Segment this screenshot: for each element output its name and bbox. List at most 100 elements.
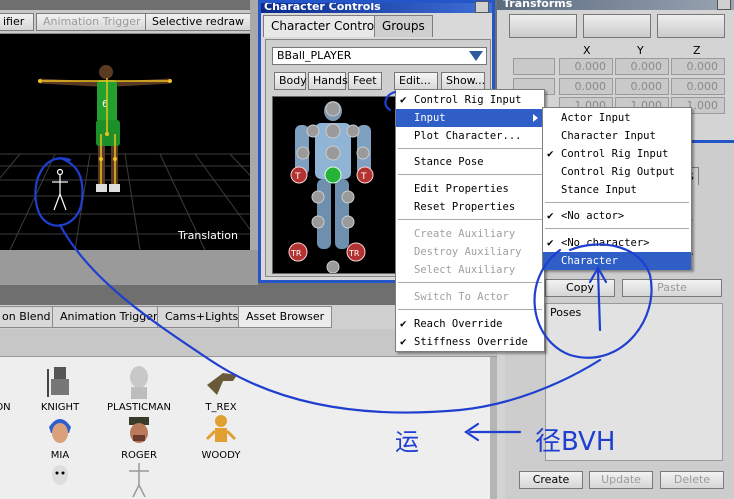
close-icon[interactable] [475, 1, 489, 13]
menu-divider [398, 174, 542, 175]
menu-divider [545, 228, 689, 229]
submenu-item-stance-input[interactable]: Stance Input [543, 181, 691, 199]
viewer-toolbar: ifier Animation Trigger Selective redraw [0, 10, 256, 34]
translation-z-field[interactable]: 0.000 [671, 58, 725, 75]
translation-lock[interactable] [513, 58, 555, 75]
menu-item-reach-override[interactable]: ✔ Reach Override [396, 315, 544, 333]
axis-z-label: Z [693, 44, 701, 57]
t-rex-icon [207, 373, 237, 395]
woody-icon [205, 415, 237, 442]
3d-viewport[interactable]: 6 Translation [0, 34, 250, 250]
tab-groups[interactable]: Groups [374, 15, 433, 37]
menu-item-stiffness-override[interactable]: ✔ Stiffness Override [396, 333, 544, 351]
menu-item-select-auxiliary[interactable]: Select Auxiliary [396, 261, 544, 279]
menu-item-reset-properties[interactable]: Reset Properties [396, 198, 544, 216]
submenu-item-control-rig-output[interactable]: Control Rig Output [543, 163, 691, 181]
menu-item-input[interactable]: Input [396, 109, 544, 127]
check-icon: ✔ [547, 209, 554, 222]
viewport-scene: 6 [0, 65, 250, 250]
rotation-y-field[interactable]: 0.000 [615, 78, 669, 95]
selective-redraw-button[interactable]: Selective redraw [145, 13, 252, 31]
submenu-item-control-rig-input[interactable]: ✔ Control Rig Input [543, 145, 691, 163]
tab-cams-lights[interactable]: Cams+Lights [157, 306, 247, 328]
animation-trigger-button[interactable]: Animation Trigger [36, 13, 148, 31]
asset-item[interactable] [104, 461, 174, 497]
menu-item-plot-character[interactable]: Plot Character... [396, 127, 544, 145]
edit-button[interactable]: Edit... [394, 72, 438, 90]
check-icon: ✔ [547, 147, 554, 160]
viewer-footer [0, 250, 258, 285]
character-controls-title: Character Controls [261, 3, 492, 13]
asset-grid-scrollbar[interactable] [490, 357, 497, 499]
rig-marker-right-hand: T [360, 172, 367, 182]
rig-marker-left-hand: T [294, 172, 301, 182]
submenu-item-character-input[interactable]: Character Input [543, 127, 691, 145]
menu-item-control-rig-input[interactable]: ✔ Control Rig Input [396, 91, 544, 109]
asset-grid: ON KNIGHT PLASTICMAN T_REX MIA ROGER WOO… [0, 357, 490, 499]
tab-asset-browser[interactable]: Asset Browser [238, 306, 333, 328]
tab-pose-blend[interactable]: on Blend [0, 306, 59, 328]
asset-item[interactable]: KNIGHT [25, 365, 95, 413]
asset-item[interactable]: MIA [25, 413, 95, 461]
submenu-item-no-character[interactable]: ✔ <No character> [543, 234, 691, 252]
transforms-title: Transforms [497, 0, 734, 10]
menu-divider [545, 202, 689, 203]
cow-icon [52, 465, 68, 485]
copy-button[interactable]: Copy [545, 279, 615, 297]
asset-item[interactable]: WOODY [186, 413, 256, 461]
menu-item-edit-properties[interactable]: Edit Properties [396, 180, 544, 198]
viewer-frame [250, 0, 258, 285]
menu-divider [398, 282, 542, 283]
submenu-item-actor-input[interactable]: Actor Input [543, 109, 691, 127]
actor-stick-figure [52, 168, 68, 211]
character-select[interactable]: BBall_PLAYER [272, 47, 487, 65]
chevron-down-icon [469, 51, 483, 61]
menu-item-create-auxiliary[interactable]: Create Auxiliary [396, 225, 544, 243]
menu-item-switch-to-actor[interactable]: Switch To Actor [396, 288, 544, 306]
poses-list[interactable]: Poses [545, 303, 723, 461]
knight-icon [47, 367, 69, 397]
asset-item[interactable]: ROGER [104, 413, 174, 461]
rotation-z-field[interactable]: 0.000 [671, 78, 725, 95]
axis-x-label: X [583, 44, 591, 57]
character-context-menu: ✔ Control Rig Input Input Plot Character.… [395, 89, 545, 352]
close-icon[interactable] [717, 0, 731, 10]
control-rig-view[interactable]: T T TR TR [272, 96, 397, 274]
poses-header: Poses [550, 306, 582, 319]
asset-item[interactable] [25, 461, 95, 497]
check-icon: ✔ [400, 335, 407, 348]
submenu-item-character[interactable]: Character [543, 252, 691, 270]
menu-divider [398, 309, 542, 310]
skeleton-icon [129, 463, 149, 497]
asset-item[interactable]: T_REX [186, 365, 256, 413]
input-submenu: Actor Input Character Input ✔ Control Rig… [542, 107, 692, 270]
update-button[interactable]: Update [589, 471, 653, 489]
axis-y-label: Y [637, 44, 644, 57]
delete-button[interactable]: Delete [660, 471, 724, 489]
submenu-item-no-actor[interactable]: ✔ <No actor> [543, 207, 691, 225]
scale-tool-icon[interactable] [657, 14, 725, 38]
check-icon: ✔ [400, 93, 407, 106]
menu-item-destroy-auxiliary[interactable]: Destroy Auxiliary [396, 243, 544, 261]
rotate-tool-icon[interactable] [583, 14, 651, 38]
plasticman-icon [130, 366, 148, 399]
create-button[interactable]: Create [519, 471, 583, 489]
menu-divider [398, 148, 542, 149]
show-button[interactable]: Show... [441, 72, 485, 90]
modifier-button[interactable]: ifier [0, 13, 34, 31]
paste-button[interactable]: Paste [622, 279, 722, 297]
feet-button[interactable]: Feet [348, 72, 382, 90]
tab-character-controls[interactable]: Character Controls [263, 15, 392, 37]
translate-tool-icon[interactable] [509, 14, 577, 38]
rig-marker-right-foot: TR [348, 249, 360, 258]
body-button[interactable]: Body [274, 72, 307, 90]
tab-animation-trigger[interactable]: Animation Trigger [52, 306, 166, 328]
asset-item[interactable]: PLASTICMAN [104, 365, 174, 413]
hands-button[interactable]: Hands [308, 72, 348, 90]
roger-icon [129, 417, 149, 443]
menu-item-stance-pose[interactable]: Stance Pose [396, 153, 544, 171]
rotation-x-field[interactable]: 0.000 [559, 78, 613, 95]
mia-icon [49, 419, 71, 443]
translation-x-field[interactable]: 0.000 [559, 58, 613, 75]
translation-y-field[interactable]: 0.000 [615, 58, 669, 75]
